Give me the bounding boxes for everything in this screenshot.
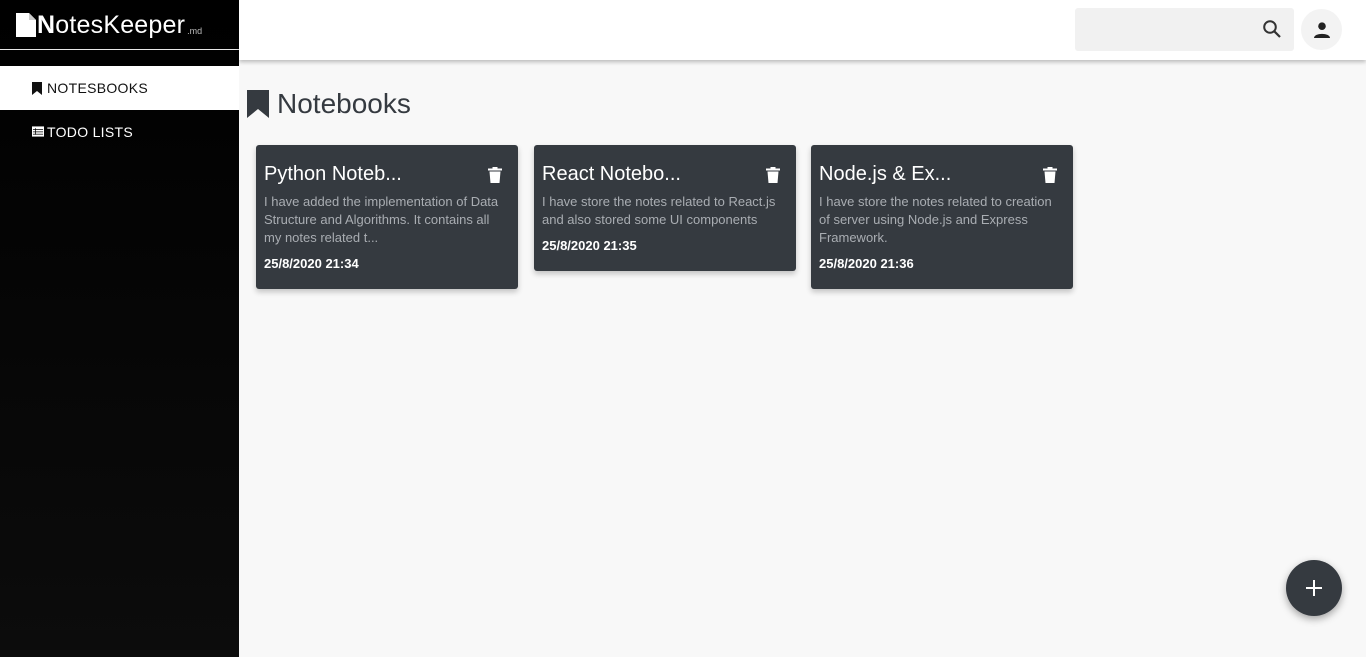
trash-icon[interactable] xyxy=(1043,166,1057,183)
search-input[interactable] xyxy=(1075,8,1255,51)
app-title-suffix: .md xyxy=(187,26,203,36)
list-icon xyxy=(32,125,44,139)
page-title-text: Notebooks xyxy=(277,88,411,119)
top-bar xyxy=(239,0,1366,60)
card-date: 25/8/2020 21:36 xyxy=(819,256,914,271)
card-date: 25/8/2020 21:35 xyxy=(542,238,637,253)
add-notebook-button[interactable] xyxy=(1286,560,1342,616)
plus-icon xyxy=(1306,580,1322,596)
card-description: I have added the implementation of Data … xyxy=(264,194,499,245)
card-description: I have store the notes related to creati… xyxy=(819,194,1052,245)
sidebar-item-label: NOTESBOOKS xyxy=(47,80,149,96)
notebook-card[interactable]: React Notebo... I have store the notes r… xyxy=(534,145,796,271)
document-icon xyxy=(16,13,36,37)
card-title: Python Noteb... xyxy=(264,163,402,185)
card-description: I have store the notes related to React.… xyxy=(542,194,776,227)
notebook-card[interactable]: Python Noteb... I have added the impleme… xyxy=(256,145,518,289)
main-content: Notebooks Python Noteb... I have added t… xyxy=(239,60,1366,657)
sidebar-item-notebooks[interactable]: NOTESBOOKS xyxy=(0,66,239,110)
trash-icon[interactable] xyxy=(488,166,502,183)
page-title: Notebooks xyxy=(247,88,411,120)
app-logo[interactable]: NotesKeeper .md xyxy=(0,0,239,50)
trash-icon[interactable] xyxy=(766,166,780,183)
user-icon xyxy=(1313,21,1330,38)
card-header: React Notebo... xyxy=(542,163,788,186)
card-header: Python Noteb... xyxy=(264,163,510,186)
bookmark-icon xyxy=(247,90,269,118)
user-avatar-button[interactable] xyxy=(1301,9,1342,50)
card-title: Node.js & Ex... xyxy=(819,163,952,185)
notebook-card[interactable]: Node.js & Ex... I have store the notes r… xyxy=(811,145,1073,289)
bookmark-icon xyxy=(32,81,44,95)
card-title: React Notebo... xyxy=(542,163,681,185)
sidebar: NotesKeeper .md NOTESBOOKS TODO LISTS xyxy=(0,0,239,657)
card-date: 25/8/2020 21:34 xyxy=(264,256,359,271)
sidebar-item-todo-lists[interactable]: TODO LISTS xyxy=(0,110,239,154)
sidebar-nav: NOTESBOOKS TODO LISTS xyxy=(0,66,239,154)
card-header: Node.js & Ex... xyxy=(819,163,1065,186)
sidebar-item-label: TODO LISTS xyxy=(47,124,133,140)
search-box[interactable] xyxy=(1075,8,1294,51)
app-title: NotesKeeper xyxy=(37,11,186,39)
search-icon[interactable] xyxy=(1262,19,1282,39)
